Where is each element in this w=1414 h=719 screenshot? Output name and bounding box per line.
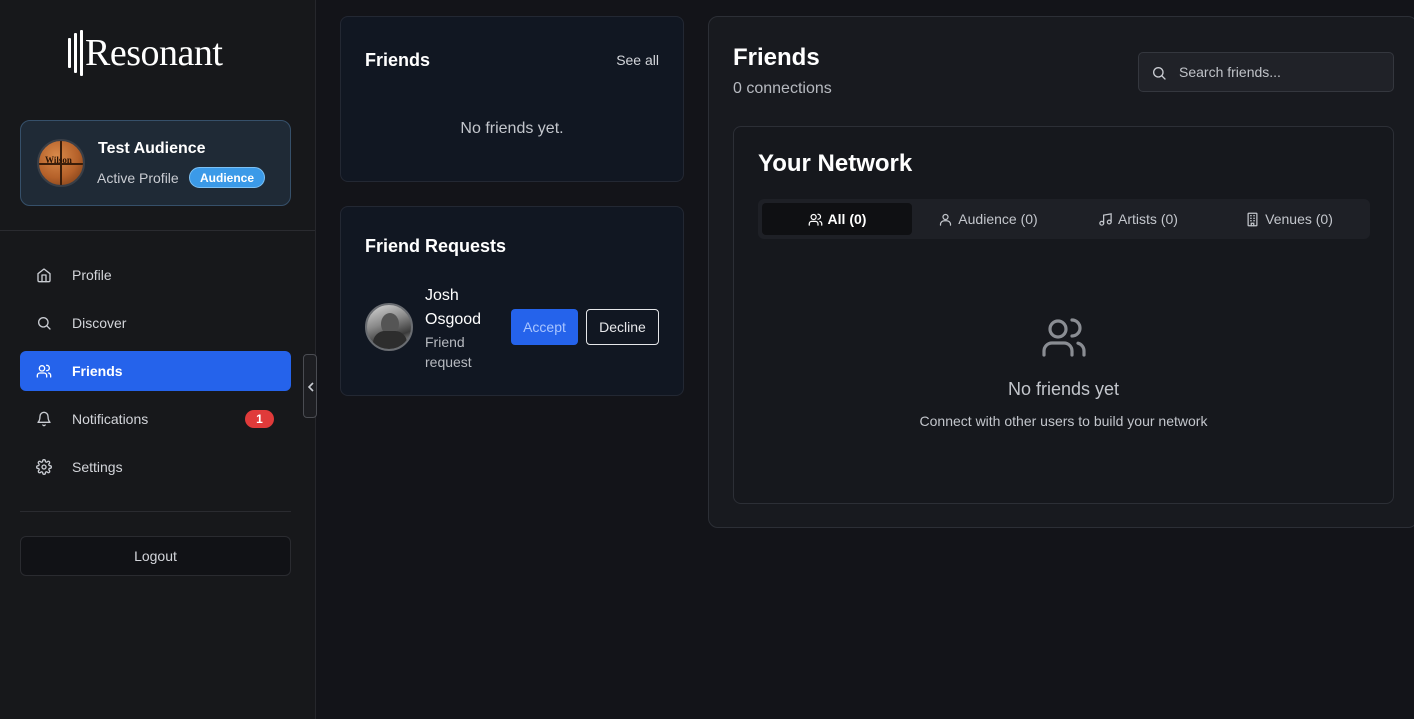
bell-icon [37,411,51,427]
sidebar-item-profile[interactable]: Profile [20,255,291,295]
sidebar-item-settings[interactable]: Settings [20,447,291,487]
empty-state-title: No friends yet [1007,379,1120,399]
home-icon [37,268,51,283]
friends-summary-card: Friends See all No friends yet. [340,16,684,182]
page-title: Friends [733,44,820,71]
network-title: Your Network [758,150,913,177]
friends-panel: Friends 0 connections Your Network All (… [708,16,1414,528]
building-icon [1247,212,1258,226]
sidebar-item-friends[interactable]: Friends [20,351,291,391]
sidebar-item-label: Settings [72,459,123,475]
search-box[interactable] [1138,52,1394,92]
connections-count: 0 connections [733,80,832,97]
sidebar-item-label: Notifications [72,411,149,427]
avatar[interactable] [365,303,413,351]
music-note-icon [1099,212,1112,226]
tab-all[interactable]: All (0) [762,203,912,235]
tab-label: Venues (0) [1265,211,1333,227]
network-tabs: All (0) Audience (0) Artists (0) Venues … [758,199,1370,239]
friend-requests-card: Friend Requests Josh Osgood Friend reque… [340,206,684,396]
app-logo-text: Resonant [85,32,223,74]
logo-bars-icon [68,29,83,77]
profile-status: Active Profile [97,170,179,186]
notification-count-badge: 1 [245,410,274,428]
decline-button[interactable]: Decline [586,309,659,345]
users-icon [1042,318,1086,357]
users-icon [36,364,52,378]
accept-button[interactable]: Accept [511,309,578,345]
profile-type-badge: Audience [189,167,266,188]
sidebar-item-notifications[interactable]: Notifications 1 [20,399,291,439]
tab-label: All (0) [827,211,867,227]
users-icon [808,213,822,226]
divider [0,230,315,231]
tab-audience[interactable]: Audience (0) [913,203,1063,235]
logout-button[interactable]: Logout [20,536,291,576]
divider [20,511,291,512]
tab-label: Artists (0) [1118,211,1178,227]
sidebar-item-label: Friends [72,363,123,379]
sidebar: Resonant Wilson Test Audience Active Pro… [0,0,316,719]
chevron-left-icon [307,382,314,392]
avatar: Wilson [37,139,85,187]
sidebar-item-label: Discover [72,315,127,331]
empty-state-description: Connect with other users to build your n… [919,413,1208,429]
tab-label: Audience (0) [958,211,1038,227]
tab-artists[interactable]: Artists (0) [1063,203,1213,235]
see-all-link[interactable]: See all [616,52,659,68]
active-profile-card[interactable]: Wilson Test Audience Active Profile Audi… [20,120,291,206]
profile-name: Test Audience [98,140,206,157]
search-input[interactable] [1179,61,1379,83]
app-logo[interactable]: Resonant [68,28,223,78]
network-card: Your Network All (0) Audience (0) Artist… [733,126,1394,504]
gear-icon [36,459,52,475]
search-icon [38,317,51,330]
tab-venues[interactable]: Venues (0) [1214,203,1364,235]
sidebar-collapse-handle[interactable] [303,354,317,418]
friend-requests-title: Friend Requests [365,236,507,256]
friends-card-title: Friends [365,50,431,70]
request-user-name[interactable]: Josh Osgood [425,284,505,332]
sidebar-item-discover[interactable]: Discover [20,303,291,343]
sidebar-item-label: Profile [72,267,112,283]
friends-empty-text: No friends yet. [460,120,564,137]
request-subtitle: Friend request [425,334,472,370]
search-icon [1153,67,1166,80]
user-icon [940,213,952,226]
